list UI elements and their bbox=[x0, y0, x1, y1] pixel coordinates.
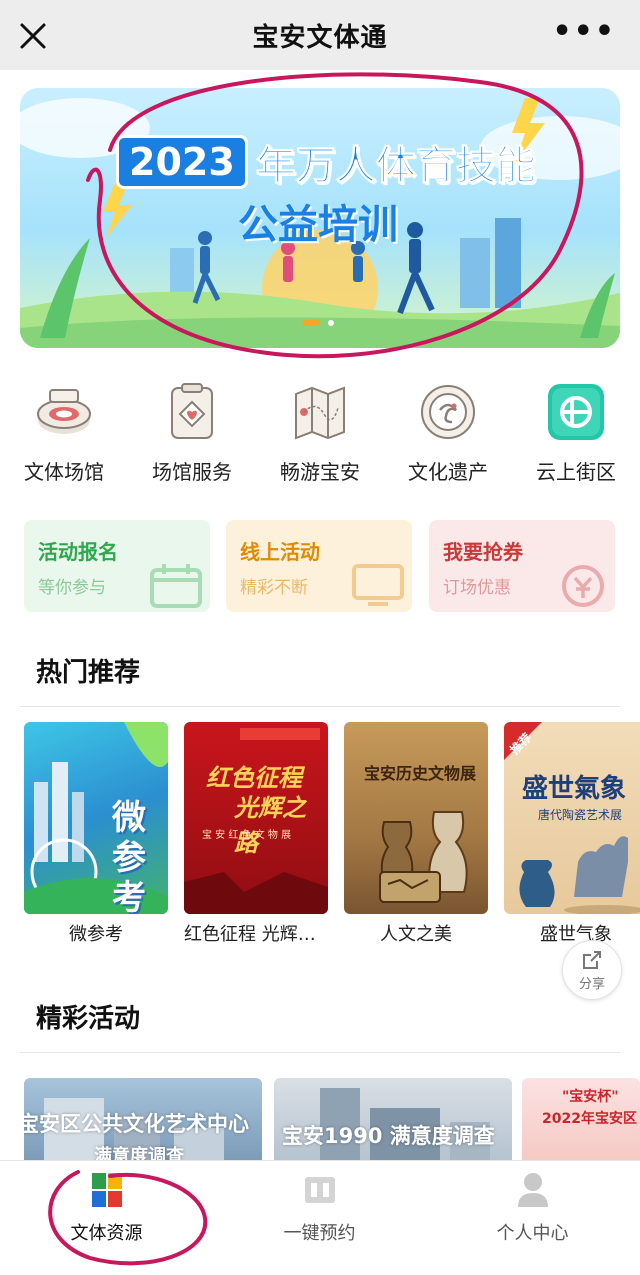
venue-service-icon bbox=[171, 383, 213, 439]
rec-cover: 微参考 bbox=[24, 722, 168, 914]
carousel-dot-active bbox=[302, 320, 320, 326]
tab-label: 文体资源 bbox=[70, 1223, 143, 1244]
tab-label: 个人中心 bbox=[496, 1223, 569, 1244]
grid-label: 畅游宝安 bbox=[280, 460, 360, 484]
grid-label: 场馆服务 bbox=[152, 460, 232, 484]
hot-recommend-list: 微参考 微参考 红色征程 光辉之路 宝 安 红 色 文 物 展 红色征程 光辉之… bbox=[24, 722, 640, 952]
coupon-icon bbox=[562, 565, 604, 607]
divider bbox=[20, 706, 620, 707]
grid-label: 云上街区 bbox=[536, 460, 616, 484]
promo-title: 线上活动 bbox=[240, 540, 320, 564]
rec-cover: 宝安历史文物展 bbox=[344, 722, 488, 914]
promo-card-online-activity[interactable]: 线上活动 精彩不断 bbox=[226, 520, 412, 612]
rec-item-prosperous-era[interactable]: 推荐 盛世氣象 唐代陶瓷艺术展 盛世气象 bbox=[504, 722, 640, 952]
user-profile-icon bbox=[517, 1173, 548, 1207]
grid-item-sports-venues[interactable]: 文体场馆 bbox=[0, 380, 128, 490]
monitor-icon bbox=[352, 564, 404, 606]
bottom-tab-bar: 文体资源 一键预约 个人中心 bbox=[0, 1160, 640, 1275]
promo-card-activity-signup[interactable]: 活动报名 等你参与 bbox=[24, 520, 210, 612]
share-button[interactable]: 分享 bbox=[562, 940, 622, 1000]
grid-item-cultural-heritage[interactable]: 文化遗产 bbox=[384, 380, 512, 490]
activity-card-subtitle: 满意度调查 bbox=[94, 1146, 184, 1160]
more-options-icon[interactable]: ••• bbox=[552, 17, 616, 47]
promo-card-grab-coupon[interactable]: 我要抢券 订场优惠 bbox=[429, 520, 615, 612]
activity-card-subtitle: 2022年宝安区 bbox=[542, 1111, 637, 1127]
cloud-street-icon bbox=[548, 384, 604, 440]
heritage-icon bbox=[421, 385, 475, 439]
service-icon-grid: 文体场馆 场馆服务 畅游宝安 文化遗产 云上街区 bbox=[0, 380, 640, 490]
artifact-vase-illustration bbox=[379, 811, 468, 903]
carousel-indicator bbox=[302, 320, 334, 326]
rec-cover: 推荐 盛世氣象 唐代陶瓷艺术展 bbox=[504, 722, 640, 914]
red-star-decoration bbox=[184, 728, 328, 914]
activity-card-baoan-cup[interactable]: "宝安杯" 2022年宝安区 bbox=[522, 1078, 640, 1160]
hot-section-title: 热门推荐 bbox=[36, 658, 141, 688]
share-label: 分享 bbox=[578, 977, 605, 992]
rec-item-wei-reference[interactable]: 微参考 微参考 bbox=[24, 722, 168, 952]
activity-card-culture-center[interactable]: 宝安区公共文化艺术中心 满意度调查 bbox=[24, 1078, 262, 1160]
banner-headline: 2023 年万人体育技能 bbox=[116, 135, 536, 190]
activities-list: 宝安区公共文化艺术中心 满意度调查 宝安1990 满意度调查 "宝安杯" 202… bbox=[24, 1078, 640, 1160]
activity-card-baoan-1990[interactable]: 宝安1990 满意度调查 bbox=[274, 1078, 512, 1160]
rec-cover-title: 微参考 bbox=[112, 798, 146, 914]
stadium-icon bbox=[37, 389, 91, 434]
page-title: 宝安文体通 bbox=[252, 22, 388, 53]
tab-culture-resources[interactable]: 文体资源 bbox=[0, 1161, 213, 1275]
rec-label: 红色征程 光辉之路 bbox=[184, 924, 328, 945]
promo-title: 活动报名 bbox=[38, 540, 118, 564]
rec-label: 微参考 bbox=[69, 924, 123, 945]
travel-map-icon bbox=[295, 386, 345, 440]
culture-resources-icon bbox=[91, 1173, 122, 1207]
grid-item-cloud-street[interactable]: 云上街区 bbox=[512, 380, 640, 490]
promo-banner[interactable]: 2023 年万人体育技能 公益培训 bbox=[20, 88, 620, 348]
rec-item-red-journey[interactable]: 红色征程 光辉之路 宝 安 红 色 文 物 展 红色征程 光辉之路 bbox=[184, 722, 328, 952]
pottery-camel-illustration bbox=[519, 836, 640, 914]
activity-card-title: 宝安1990 满意度调查 bbox=[282, 1124, 495, 1148]
tab-one-click-booking[interactable]: 一键预约 bbox=[213, 1161, 426, 1275]
banner-title-line2: 公益培训 bbox=[238, 202, 398, 248]
banner-year: 2023 bbox=[116, 135, 248, 189]
activities-section-title: 精彩活动 bbox=[36, 1004, 141, 1034]
rec-label: 人文之美 bbox=[380, 924, 452, 945]
activity-card-title: "宝安杯" bbox=[562, 1089, 619, 1105]
promo-title: 我要抢券 bbox=[443, 540, 523, 564]
divider bbox=[20, 1052, 620, 1053]
tab-label: 一键预约 bbox=[283, 1223, 356, 1244]
grid-label: 文化遗产 bbox=[408, 460, 488, 484]
close-icon[interactable] bbox=[16, 19, 50, 53]
booking-icon bbox=[304, 1177, 335, 1203]
activity-card-title: 宝安区公共文化艺术中心 bbox=[24, 1112, 249, 1136]
carousel-dot bbox=[328, 320, 334, 326]
rec-cover: 红色征程 光辉之路 宝 安 红 色 文 物 展 bbox=[184, 722, 328, 914]
banner-title-line1: 年万人体育技能 bbox=[255, 143, 536, 190]
grid-label: 文体场馆 bbox=[24, 460, 104, 484]
top-navbar: 宝安文体通 ••• bbox=[0, 0, 640, 70]
share-icon bbox=[583, 951, 601, 969]
tab-personal-center[interactable]: 个人中心 bbox=[426, 1161, 639, 1275]
grid-item-tour-baoan[interactable]: 畅游宝安 bbox=[256, 380, 384, 490]
calendar-icon bbox=[150, 564, 202, 608]
grid-item-venue-service[interactable]: 场馆服务 bbox=[128, 380, 256, 490]
rec-label: 盛世气象 bbox=[540, 924, 612, 945]
rec-item-humanities[interactable]: 宝安历史文物展 人文之美 bbox=[344, 722, 488, 952]
